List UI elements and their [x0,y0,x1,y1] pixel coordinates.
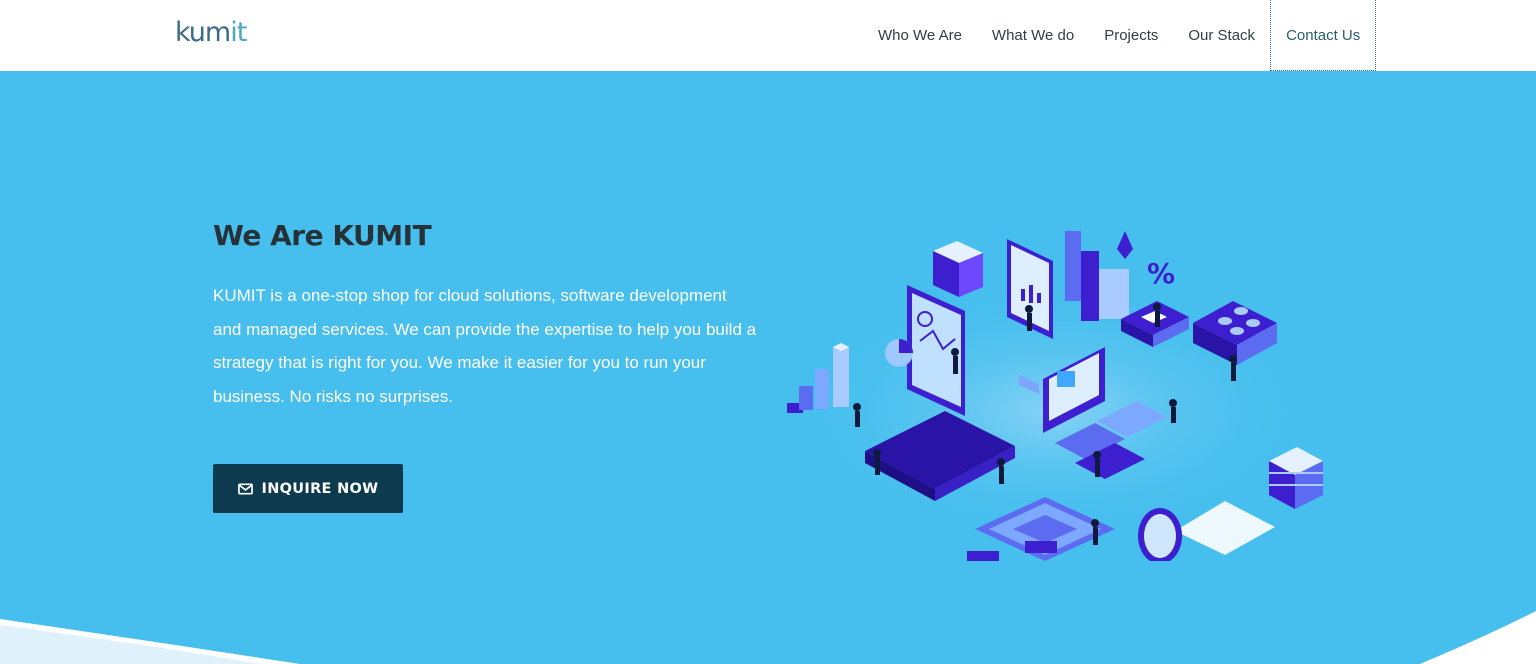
inquire-now-button[interactable]: INQUIRE NOW [213,464,403,513]
inquire-now-label: INQUIRE NOW [261,480,379,497]
main-nav: Who We Are What We do Projects Our Stack… [863,0,1377,71]
svg-text:%: % [1147,257,1175,290]
nav-who-we-are[interactable]: Who We Are [863,0,977,71]
kumit-logo[interactable]: kumit [175,17,247,48]
hero-description: KUMIT is a one-stop shop for cloud solut… [213,286,757,406]
top-navbar: kumit Who We Are What We do Projects Our… [0,0,1536,71]
logo-accent: it [230,17,247,48]
nav-contact-us[interactable]: Contact Us [1270,0,1377,71]
section-wave-divider [0,611,1536,664]
nav-what-we-do[interactable]: What We do [977,0,1089,71]
isometric-tech-illustration: % [787,231,1323,561]
envelope-icon [237,482,253,495]
hero-section: We Are KUMIT KUMIT is a one-stop shop fo… [0,71,1536,664]
logo-main: kum [175,17,231,48]
nav-projects[interactable]: Projects [1089,0,1173,71]
hero-title: We Are KUMIT [213,219,432,252]
nav-our-stack[interactable]: Our Stack [1173,0,1270,71]
